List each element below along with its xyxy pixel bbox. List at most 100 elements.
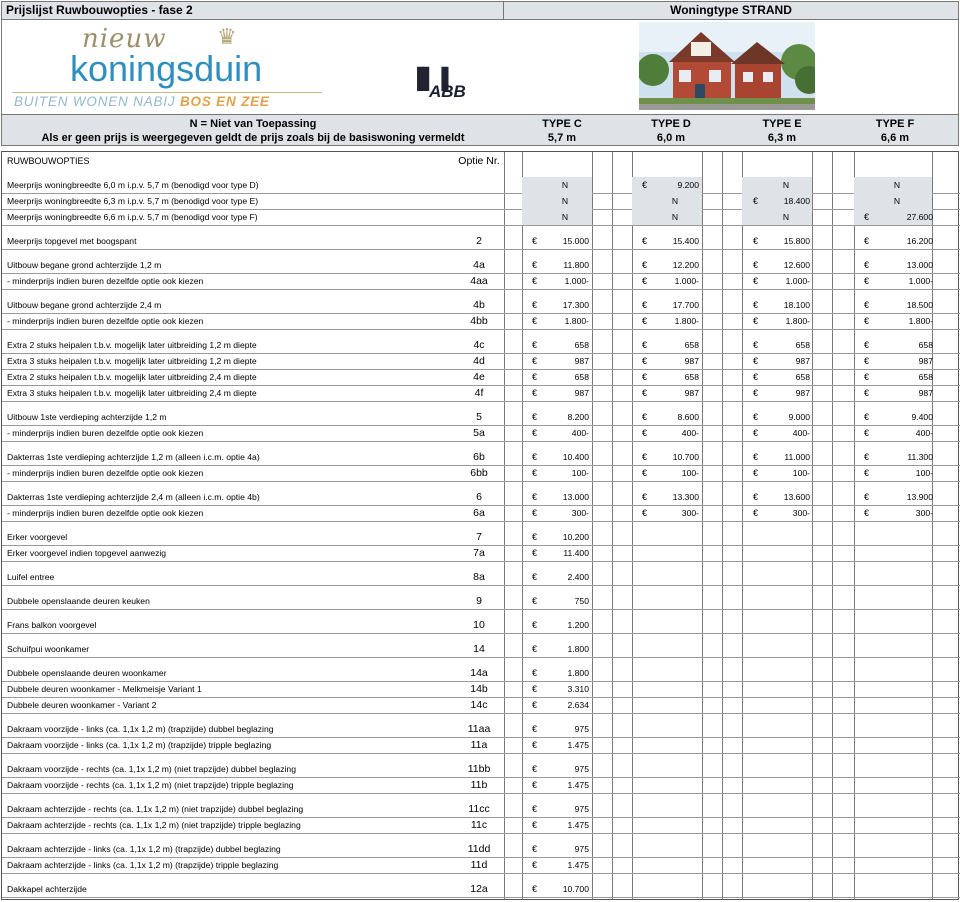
price-cell: 987 [795,388,810,398]
option-label: Erker voorgevel [7,532,68,542]
option-label: Meerprijs woningbreedte 6,6 m i.p.v. 5,7… [7,212,258,222]
price-cell: 987 [918,356,933,366]
price-cell: 1.200 [567,620,589,630]
price-cell: 17.300 [562,300,589,310]
price-cell: 2.634 [567,700,589,710]
row-divider [2,897,960,898]
legend-line-2: Als er geen prijs is weergegeven geldt d… [41,132,465,144]
option-number: 10 [473,619,485,631]
price-cell: 987 [918,388,933,398]
option-number: 14b [470,683,488,695]
abb-logo: ▐▌▐ ABB [407,68,477,104]
grid-column-line [702,152,703,899]
price-cell: 300- [681,508,699,518]
price-cell: 750 [574,596,589,606]
price-cell: 27.600 [906,212,933,222]
not-applicable-cell: N [893,196,901,206]
option-number: 7a [473,547,485,559]
type-e-width: 6,3 m [767,132,797,144]
option-label: Dakkapel achterzijde [7,884,87,894]
section-title: RUWBOUWOPTIES [7,156,90,166]
koningsduin-logo: nieuw ♛ koningsduin BUITEN WONEN NABIJ B… [12,24,322,112]
not-applicable-cell: N [561,212,569,222]
price-cell: 1.000- [908,276,933,286]
type-d-header: TYPE D [651,118,691,130]
price-cell: 17.700 [672,300,699,310]
row-divider [2,657,960,658]
option-label: Dakraam achterzijde - links (ca. 1,1x 1,… [7,860,279,870]
row-divider [2,873,960,874]
price-cell: 658 [795,372,810,382]
row-divider [2,793,960,794]
option-number: 6 [476,491,482,503]
option-label: Dubbele openslaande deuren woonkamer [7,668,167,678]
price-cell: 400- [792,428,810,438]
option-number: 11c [470,819,488,831]
option-label: Dakterras 1ste verdieping achterzijde 2,… [7,492,260,502]
price-cell: 400- [571,428,589,438]
grid-column-line [612,152,613,899]
option-label: Dubbele openslaande deuren keuken [7,596,150,606]
price-cell: 1.800- [564,316,589,326]
row-divider [2,441,960,442]
price-cell: 10.400 [562,452,589,462]
price-cell: 987 [795,356,810,366]
option-number: 6a [473,507,485,519]
option-number: 4bb [470,315,488,327]
house-type-title: Woningtype STRAND [670,3,792,17]
price-cell: 975 [574,724,589,734]
price-cell: 300- [792,508,810,518]
price-cell: 1.800 [567,668,589,678]
option-label: - minderprijs indien buren dezelfde opti… [7,316,204,326]
price-cell: 1.800- [785,316,810,326]
table-header-row: RUWBOUWOPTIES Optie Nr. [2,153,960,169]
price-cell: 9.000 [788,412,810,422]
option-label: Uitbouw begane grond achterzijde 1,2 m [7,260,162,270]
price-cell: 987 [684,388,699,398]
legend-line-1: N = Niet van Toepassing [189,118,317,130]
not-applicable-cell: N [671,212,679,222]
option-number: 11dd [467,843,491,855]
options-table: RUWBOUWOPTIES Optie Nr. Meerprijs woning… [1,151,960,900]
row-divider [2,289,960,290]
price-cell: 658 [795,340,810,350]
option-label: Erker voorgevel indien topgevel aanwezig [7,548,167,558]
option-number: 4d [473,355,485,367]
price-cell: 658 [918,340,933,350]
option-label: Uitbouw 1ste verdieping achterzijde 1,2 … [7,412,167,422]
grid-column-line [854,152,855,899]
option-label: - minderprijs indien buren dezelfde opti… [7,508,204,518]
option-number: 6b [473,451,485,463]
option-number: 11a [470,739,488,751]
row-divider [2,225,960,226]
option-number: 6bb [470,467,488,479]
type-c-header: TYPE C [542,118,582,130]
price-cell: 12.200 [672,260,699,270]
price-cell: 11.300 [907,452,933,462]
option-number: 12a [470,883,488,895]
price-cell: 100- [571,468,589,478]
option-number: 14 [473,643,485,655]
price-cell: 10.700 [562,884,589,894]
price-cell: 11.800 [563,260,589,270]
option-label: Dakraam achterzijde - rechts (ca. 1,1x 1… [7,820,301,830]
option-number: 5a [473,427,485,439]
not-applicable-cell: N [893,180,901,190]
price-list-sheet: Prijslijst Ruwbouwopties - fase 2 Woning… [1,1,960,900]
price-cell: 658 [918,372,933,382]
option-label: Dubbele deuren woonkamer - Variant 2 [7,700,157,710]
row-divider [2,713,960,714]
option-number: 11aa [467,723,491,735]
sheet-title: Prijslijst Ruwbouwopties - fase 2 [2,2,504,19]
price-cell: 15.800 [783,236,810,246]
legend-bar: N = Niet van Toepassing Als er geen prij… [1,114,959,146]
title-bar: Prijslijst Ruwbouwopties - fase 2 Woning… [1,1,959,20]
option-number-header: Optie Nr. [458,155,500,167]
price-cell: 1.475 [567,820,589,830]
option-number: 14a [470,667,488,679]
price-cell: 13.900 [906,492,933,502]
not-applicable-cell: N [561,196,569,206]
option-number: 11b [470,779,488,791]
logo-divider [12,92,322,93]
price-cell: 300- [915,508,933,518]
